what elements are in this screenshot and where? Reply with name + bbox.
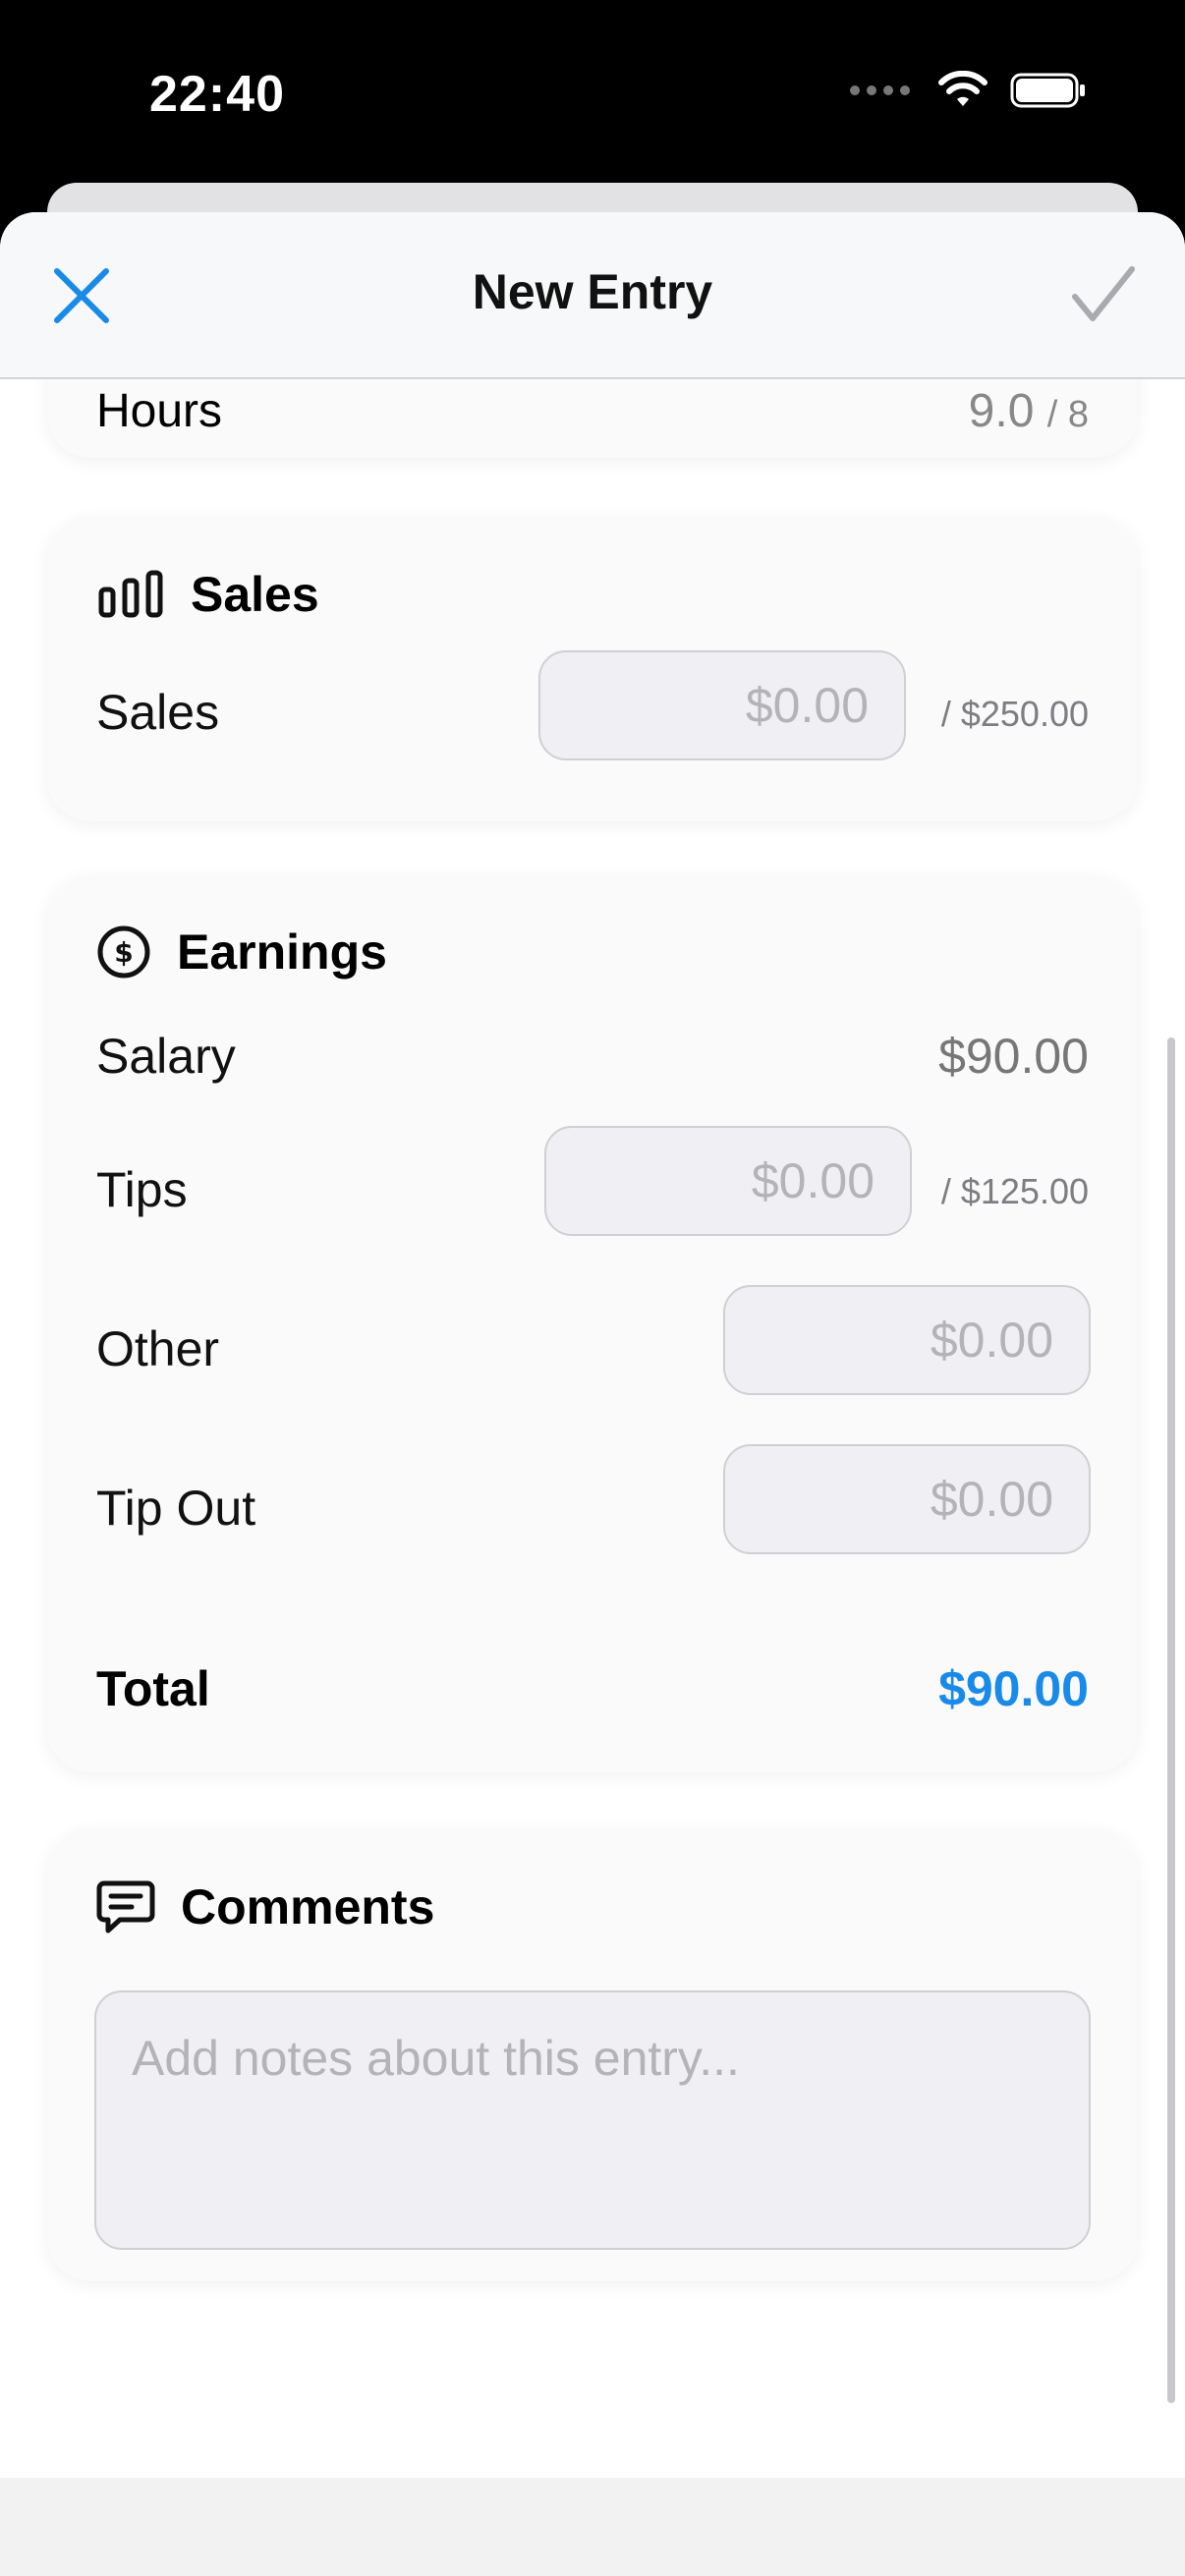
sales-target: / $250.00 bbox=[940, 694, 1089, 734]
status-time: 22:40 bbox=[149, 66, 285, 123]
earnings-title: Earnings bbox=[177, 924, 387, 980]
salary-value: $90.00 bbox=[938, 1029, 1089, 1084]
salary-label: Salary bbox=[96, 1029, 236, 1084]
tips-target: / $125.00 bbox=[940, 1171, 1089, 1211]
sales-card: Sales Sales $0.00 / $250.00 bbox=[47, 517, 1138, 821]
signal-icon bbox=[850, 85, 910, 95]
tips-label: Tips bbox=[96, 1162, 188, 1217]
comments-textarea[interactable]: Add notes about this entry... bbox=[94, 1990, 1091, 2250]
checkmark-icon bbox=[1072, 266, 1135, 321]
hours-label: Hours bbox=[96, 385, 223, 437]
home-indicator-area bbox=[0, 2478, 1185, 2576]
nav-bar: New Entry bbox=[0, 212, 1185, 379]
message-icon bbox=[96, 1880, 155, 1933]
other-label: Other bbox=[96, 1321, 220, 1376]
comments-title: Comments bbox=[181, 1879, 435, 1934]
comments-card: Comments Add notes about this entry... bbox=[47, 1829, 1138, 2281]
sales-title: Sales bbox=[191, 567, 319, 622]
save-button[interactable] bbox=[1069, 261, 1138, 330]
new-entry-sheet: New Entry Hours 9.0 / 8 Sales Sales $0.0… bbox=[0, 212, 1185, 2576]
dollar-circle-icon: $ bbox=[97, 925, 150, 979]
sales-input[interactable]: $0.00 bbox=[538, 650, 906, 760]
battery-icon bbox=[1010, 73, 1085, 108]
earnings-card: $ Earnings Salary $90.00 Tips $0.00 / $1… bbox=[47, 876, 1138, 1772]
tipout-input[interactable]: $0.00 bbox=[723, 1444, 1091, 1554]
bar-chart-icon bbox=[98, 570, 163, 618]
total-label: Total bbox=[96, 1661, 210, 1716]
svg-text:$: $ bbox=[114, 936, 133, 969]
tipout-label: Tip Out bbox=[96, 1481, 256, 1536]
scrollbar[interactable] bbox=[1167, 1037, 1175, 2403]
sales-label: Sales bbox=[96, 685, 220, 740]
hours-row: Hours 9.0 / 8 bbox=[96, 384, 1089, 438]
tips-input[interactable]: $0.00 bbox=[544, 1126, 912, 1236]
comments-header: Comments bbox=[96, 1878, 434, 1935]
total-value: $90.00 bbox=[938, 1661, 1089, 1716]
hours-value[interactable]: 9.0 / 8 bbox=[969, 384, 1089, 438]
other-input[interactable]: $0.00 bbox=[723, 1285, 1091, 1395]
page-title: New Entry bbox=[472, 264, 713, 319]
status-bar: 22:40 bbox=[0, 0, 1185, 187]
sales-header: Sales bbox=[96, 566, 319, 623]
status-icons bbox=[850, 71, 1087, 110]
wifi-icon bbox=[938, 71, 988, 106]
earnings-header: $ Earnings bbox=[96, 924, 387, 980]
